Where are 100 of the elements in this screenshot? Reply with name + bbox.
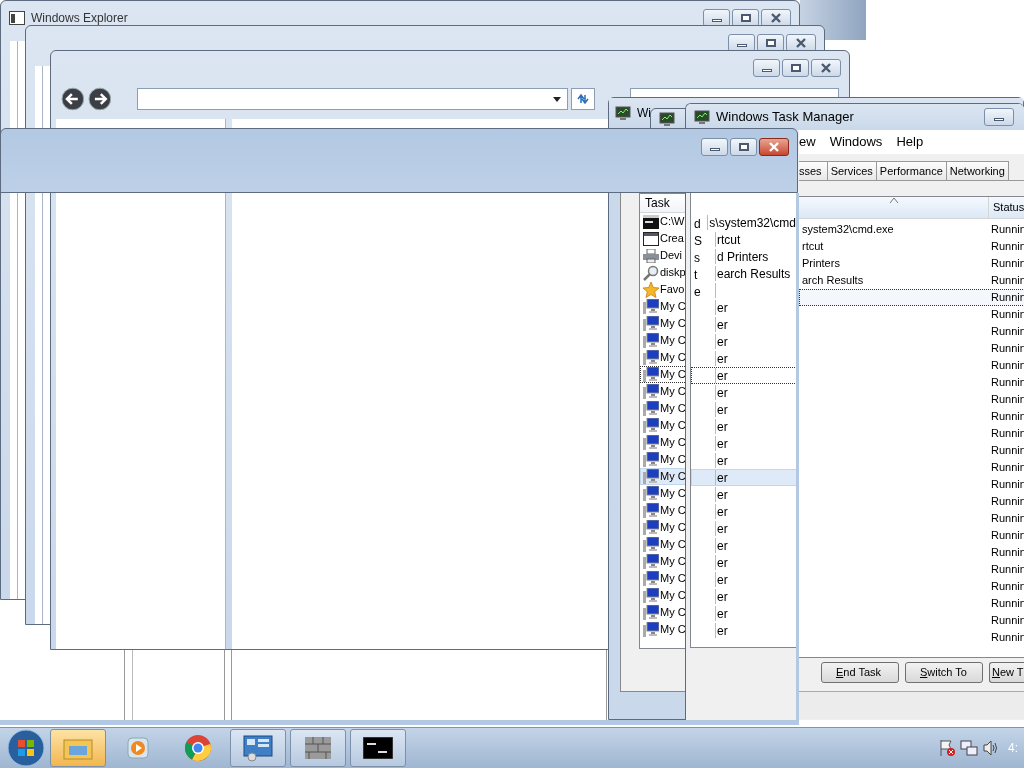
list-row[interactable]: er [691,401,797,418]
task-row[interactable]: My C [640,332,689,349]
list-row[interactable]: er [691,350,797,367]
task-row[interactable]: C:\W [640,213,689,230]
task-row[interactable]: My C [640,587,689,604]
list-row[interactable]: er [691,486,797,503]
menu-item[interactable]: ew [799,132,816,152]
folder-icon [63,736,93,760]
task-row[interactable]: Crea [640,230,689,247]
list-row[interactable]: er [691,622,797,639]
maximize-button[interactable] [782,59,809,77]
list-row[interactable]: er [691,605,797,622]
task-row[interactable]: Favo [640,281,689,298]
task-row[interactable]: My C [640,451,689,468]
list-row[interactable]: er [691,316,797,333]
refresh-button[interactable] [570,88,595,110]
column-header[interactable]: Status [988,197,1024,218]
minimize-button[interactable] [984,108,1014,126]
tab[interactable]: sses [799,161,828,180]
task-row[interactable]: My C [640,417,689,434]
network-icon[interactable] [960,739,978,757]
list-row[interactable]: er [691,452,797,469]
task-name: My C [660,520,686,536]
address-field[interactable] [137,88,568,110]
task-row[interactable]: Devi [640,247,689,264]
task-row[interactable]: My C [640,400,689,417]
computer-icon [643,622,659,637]
tab[interactable]: Networking [946,161,1009,180]
list-row[interactable]: s d Printers [691,248,797,265]
task-row[interactable]: My C [640,383,689,400]
task-row[interactable]: My C [640,570,689,587]
list-row[interactable]: er [691,469,797,486]
back-button[interactable] [61,87,85,111]
sort-ascending-icon [889,198,898,203]
close-button[interactable] [759,138,789,156]
task-row[interactable]: My C [640,502,689,519]
taskbar-button[interactable] [350,729,406,767]
dropdown-icon[interactable] [552,96,561,102]
list-row[interactable]: er [691,418,797,435]
browser-icon [184,734,212,762]
window-icon [643,231,659,246]
task-row[interactable]: My C [640,349,689,366]
computer-icon [643,333,659,348]
tab[interactable]: Services [827,161,877,180]
maximize-button[interactable] [730,138,757,156]
list-row[interactable]: d s\system32\cmd [691,214,797,231]
list-row[interactable]: er [691,333,797,350]
menu-item[interactable]: Help [896,132,924,152]
list-row[interactable]: er [691,435,797,452]
cell-text: er [717,300,728,315]
task-row[interactable]: My C [640,298,689,315]
list-row[interactable]: e [691,282,797,299]
task-row[interactable]: My C [640,315,689,332]
task-row[interactable]: My C [640,434,689,451]
flag-icon[interactable] [938,739,956,757]
task-row[interactable]: My C [640,621,689,638]
list-row[interactable]: S rtcut [691,231,797,248]
cell-text: er [717,351,728,366]
close-button[interactable] [811,59,841,77]
forward-button[interactable] [87,87,112,111]
cell-text: er [717,521,728,536]
list-row[interactable]: t earch Results [691,265,797,282]
window-icon [9,11,25,25]
list-row[interactable]: er [691,588,797,605]
task-name: My C [660,622,686,638]
task-row[interactable]: My C [640,536,689,553]
task-row[interactable]: diskp [640,264,689,281]
task-row[interactable]: My C [640,519,689,536]
dialog-button[interactable]: New T [989,662,1024,683]
computer-icon [643,503,659,518]
dialog-button[interactable]: End Task [821,662,899,683]
task-row[interactable]: My C [640,485,689,502]
task-name: My C [660,486,686,502]
start-button[interactable] [6,728,46,768]
list-row[interactable]: er [691,299,797,316]
dialog-button[interactable]: Switch To [905,662,983,683]
minimize-button[interactable] [701,138,728,156]
task-name: Crea [660,231,684,247]
search-icon [643,264,659,281]
list-row[interactable]: er [691,520,797,537]
task-name: My C [660,605,686,621]
cell-text: earch Results [717,266,791,281]
task-row[interactable]: My C [640,604,689,621]
list-row[interactable]: er [691,554,797,571]
task-row[interactable]: My C [640,553,689,570]
tab[interactable]: Performance [876,161,947,180]
list-row[interactable]: er [691,384,797,401]
list-row[interactable]: er [691,571,797,588]
list-row[interactable]: er [691,503,797,520]
list-row[interactable]: er [691,537,797,554]
task-name: My C [660,316,686,332]
task-name: rtcut [802,240,824,253]
close-icon [768,142,780,152]
volume-icon[interactable] [982,739,1000,757]
task-name: arch Results [802,274,864,287]
cell-text: s\system32\cmd [709,215,796,230]
computer-icon [643,384,659,399]
minimize-button[interactable] [753,59,780,77]
menu-item[interactable]: Windows [829,132,883,152]
monitor-icon [615,105,631,121]
